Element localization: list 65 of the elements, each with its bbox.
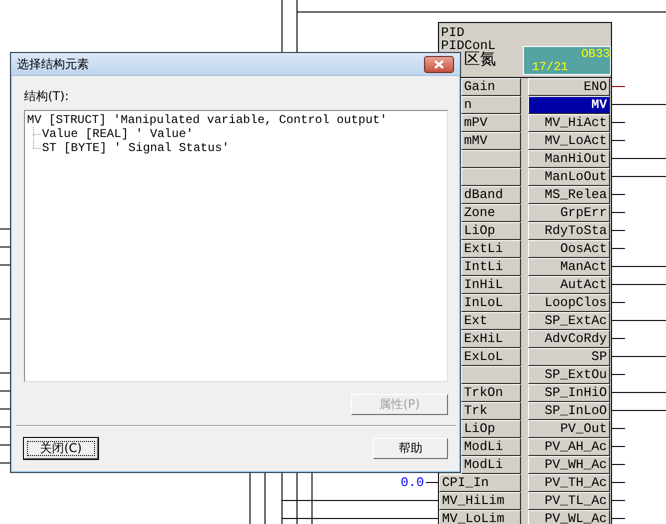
- input-pin[interactable]: ExtLi: [461, 240, 521, 258]
- input-pin[interactable]: [461, 168, 521, 186]
- input-pin[interactable]: n: [461, 96, 521, 114]
- output-pin[interactable]: ManAct: [528, 258, 610, 276]
- output-pin[interactable]: MS_Relea: [528, 186, 610, 204]
- tree-item[interactable]: MV [STRUCT] 'Manipulated variable, Control output': [27, 113, 388, 127]
- output-pin[interactable]: AutAct: [528, 276, 610, 294]
- output-pin[interactable]: SP_ExtOu: [528, 366, 610, 384]
- output-pin[interactable]: SP: [528, 348, 610, 366]
- output-pin[interactable]: MV_LoAct: [528, 132, 610, 150]
- output-pin[interactable]: ManLoOut: [528, 168, 610, 186]
- input-pin[interactable]: TrkOn: [461, 384, 521, 402]
- input-pin[interactable]: mPV: [461, 114, 521, 132]
- output-pin[interactable]: MV: [528, 96, 610, 114]
- output-pin[interactable]: PV_Out: [528, 420, 610, 438]
- tree-item[interactable]: Value [REAL] ' Value': [42, 127, 194, 141]
- input-pin[interactable]: Trk: [461, 402, 521, 420]
- output-pin[interactable]: MV_HiAct: [528, 114, 610, 132]
- block-type: PID: [441, 26, 466, 39]
- input-pin[interactable]: dBand: [461, 186, 521, 204]
- close-button[interactable]: [424, 56, 454, 72]
- input-pin[interactable]: Ext: [461, 312, 521, 330]
- window-title: 选择结构元素: [17, 56, 89, 72]
- output-pin[interactable]: PV_WH_Ac: [528, 456, 610, 474]
- output-pin[interactable]: AdvCoRdy: [528, 330, 610, 348]
- close-icon: [434, 60, 444, 68]
- output-pin[interactable]: SP_InHiO: [528, 384, 610, 402]
- output-pin[interactable]: SP_InLoO: [528, 402, 610, 420]
- input-pin[interactable]: ModLi: [461, 456, 521, 474]
- input-pin[interactable]: [461, 150, 521, 168]
- output-pin[interactable]: PV_AH_Ac: [528, 438, 610, 456]
- output-pin[interactable]: ManHiOut: [528, 150, 610, 168]
- input-pin[interactable]: InLoL: [461, 294, 521, 312]
- structure-tree[interactable]: MV [STRUCT] 'Manipulated variable, Control output' Value [REAL] ' Value' ST [BYTE] ' Signal Status': [24, 110, 448, 382]
- input-pin[interactable]: ExHiL: [461, 330, 521, 348]
- block-name: PIDConL: [441, 39, 496, 52]
- run-sequence-box: OB33 17/21: [523, 46, 611, 75]
- output-pin[interactable]: RdyToSta: [528, 222, 610, 240]
- input-pin[interactable]: LiOp: [461, 222, 521, 240]
- input-pin[interactable]: MV_HiLim: [439, 492, 521, 510]
- field-label: 结构(T):: [24, 88, 70, 105]
- output-pin[interactable]: PV_TH_Ac: [528, 474, 610, 492]
- input-pin[interactable]: ExLoL: [461, 348, 521, 366]
- pin-value: 0.0: [400, 475, 424, 491]
- output-pin[interactable]: SP_ExtAc: [528, 312, 610, 330]
- output-pin[interactable]: OosAct: [528, 240, 610, 258]
- input-pin[interactable]: IntLi: [461, 258, 521, 276]
- help-button[interactable]: 帮助: [373, 438, 448, 459]
- input-pin[interactable]: Zone: [461, 204, 521, 222]
- input-pin[interactable]: ModLi: [461, 438, 521, 456]
- output-pin[interactable]: GrpErr: [528, 204, 610, 222]
- input-pin[interactable]: CPI_In: [439, 474, 521, 492]
- input-pin[interactable]: [461, 366, 521, 384]
- input-pin[interactable]: InHiL: [461, 276, 521, 294]
- input-pin[interactable]: Gain: [461, 78, 521, 96]
- output-pin[interactable]: PV_WL_Ac: [528, 510, 610, 524]
- block-comment: 区氮: [464, 52, 496, 69]
- output-pin[interactable]: ENO: [528, 78, 610, 96]
- output-pin[interactable]: LoopClos: [528, 294, 610, 312]
- input-pin[interactable]: MV_LoLim: [439, 510, 521, 524]
- tree-item[interactable]: ST [BYTE] ' Signal Status': [42, 141, 230, 155]
- close-dialog-button[interactable]: 关闭(C): [24, 438, 98, 459]
- output-pin[interactable]: PV_TL_Ac: [528, 492, 610, 510]
- input-pin[interactable]: LiOp: [461, 420, 521, 438]
- input-pin[interactable]: mMV: [461, 132, 521, 150]
